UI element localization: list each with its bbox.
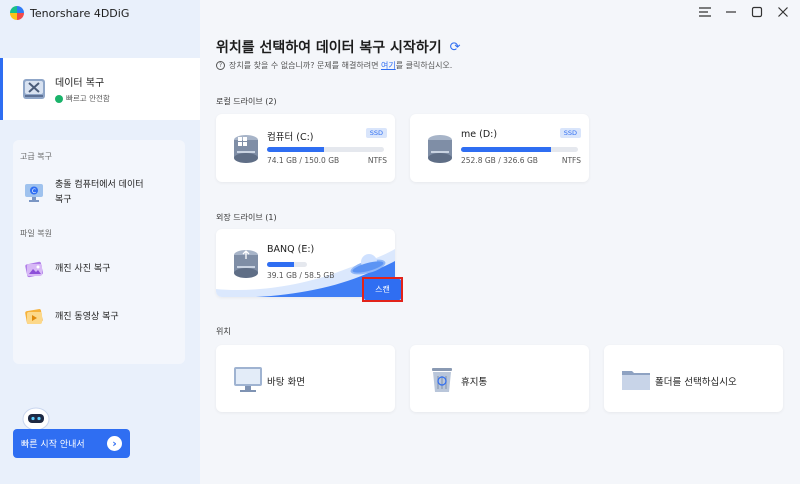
close-icon[interactable] — [776, 5, 790, 19]
location-desktop[interactable]: 바탕 화면 — [216, 345, 395, 412]
data-recovery-icon — [23, 79, 45, 99]
drive-size: 252.8 GB / 326.6 GB — [461, 156, 538, 165]
usage-bar — [267, 262, 307, 267]
app-name: Tenorshare 4DDiG — [30, 6, 130, 20]
local-drives-label: 로컬 드라이브 (2) — [216, 97, 277, 106]
app-logo-icon — [10, 6, 24, 20]
usage-bar — [461, 147, 578, 152]
recycle-bin-icon — [432, 368, 452, 392]
hard-drive-icon — [234, 135, 258, 163]
sidebar: Tenorshare 4DDiG 데이터 복구 빠르고 안전함 고급 복구 C — [0, 0, 200, 484]
drive-size: 39.1 GB / 58.5 GB — [267, 271, 335, 280]
drive-name: 컴퓨터 (C:) — [267, 132, 314, 143]
quick-start-button[interactable]: 빠른 시작 안내서 › — [13, 429, 130, 458]
file-system: NTFS — [367, 156, 387, 165]
crashed-pc-label-line2: 복구 — [55, 195, 72, 205]
minimize-icon[interactable] — [724, 5, 738, 19]
video-repair-label: 깨진 동영상 복구 — [55, 311, 119, 322]
usage-bar-fill — [267, 262, 294, 267]
help-text: ? 장치를 찾을 수 없습니까? 문제를 해결하려면 여기 를 클릭하십시오. — [216, 60, 452, 71]
help-suffix: 를 클릭하십시오. — [395, 61, 453, 70]
photo-repair-icon — [25, 261, 43, 278]
file-system: NTFS — [561, 156, 581, 165]
photo-repair-label: 깨진 사진 복구 — [55, 263, 111, 274]
sidebar-item-label: 데이터 복구 — [55, 78, 105, 89]
sidebar-panel: 고급 복구 C 충돌 컴퓨터에서 데이터 복구 파일 복원 깨진 사진 복구 깨… — [13, 140, 185, 364]
ssd-badge: SSD — [365, 128, 387, 138]
brand: Tenorshare 4DDiG — [10, 6, 129, 20]
usage-bar — [267, 147, 384, 152]
ssd-badge: SSD — [559, 128, 581, 138]
drive-size: 74.1 GB / 150.0 GB — [267, 156, 340, 165]
desktop-monitor-icon — [234, 367, 262, 392]
page-title-text: 위치를 선택하여 데이터 복구 시작하기 — [216, 40, 442, 56]
safe-text: 빠르고 안전함 — [66, 94, 110, 103]
maximize-icon[interactable] — [750, 5, 764, 19]
crashed-computer-icon: C — [25, 184, 43, 202]
locations-label: 위치 — [216, 327, 231, 336]
location-label: 휴지통 — [461, 377, 488, 388]
repair-section-label: 파일 복원 — [20, 229, 52, 238]
help-prefix: 장치를 찾을 수 없습니까? 문제를 해결하려면 — [229, 61, 379, 70]
sidebar-item-crashed-pc[interactable]: C 충돌 컴퓨터에서 데이터 복구 — [23, 178, 144, 208]
location-recycle-bin[interactable]: 휴지통 — [410, 345, 589, 412]
scan-highlight-box — [362, 277, 403, 302]
location-select-folder[interactable]: 폴더를 선택하십시오 — [604, 345, 783, 412]
drive-name: BANQ (E:) — [267, 244, 315, 255]
refresh-icon[interactable]: ⟳ — [450, 40, 461, 55]
sidebar-item-subtitle: 빠르고 안전함 — [55, 93, 110, 104]
external-drives-label: 외장 드라이브 (1) — [216, 213, 277, 222]
usage-bar-fill — [461, 147, 552, 152]
sidebar-item-photo-repair[interactable]: 깨진 사진 복구 — [23, 258, 110, 280]
svg-text:C: C — [32, 188, 36, 195]
drive-name: me (D:) — [461, 129, 498, 140]
chevron-right-icon: › — [107, 436, 122, 451]
menu-icon[interactable] — [698, 5, 712, 19]
advanced-section-label: 고급 복구 — [20, 152, 52, 161]
drive-card-d[interactable]: me (D:) SSD 252.8 GB / 326.6 GB NTFS — [410, 114, 589, 182]
folder-icon — [622, 371, 650, 390]
quick-start-label: 빠른 시작 안내서 — [21, 440, 85, 450]
crashed-pc-label-line1: 충돌 컴퓨터에서 데이터 — [55, 180, 144, 190]
usage-bar-fill — [267, 147, 325, 152]
usb-drive-icon — [234, 250, 258, 278]
sidebar-item-video-repair[interactable]: 깨진 동영상 복구 — [23, 306, 119, 328]
help-link[interactable]: 여기 — [381, 60, 396, 71]
question-icon: ? — [216, 61, 225, 70]
hard-drive-icon — [428, 135, 452, 163]
location-label: 폴더를 선택하십시오 — [655, 377, 737, 388]
sidebar-item-data-recovery[interactable]: 데이터 복구 빠르고 안전함 — [0, 58, 200, 120]
video-repair-icon — [25, 309, 43, 324]
shield-check-icon — [55, 94, 63, 103]
window-controls — [698, 5, 790, 19]
page-title: 위치를 선택하여 데이터 복구 시작하기 ⟳ — [216, 37, 460, 57]
location-label: 바탕 화면 — [267, 377, 305, 388]
drive-card-c[interactable]: 컴퓨터 (C:) SSD 74.1 GB / 150.0 GB NTFS — [216, 114, 395, 182]
